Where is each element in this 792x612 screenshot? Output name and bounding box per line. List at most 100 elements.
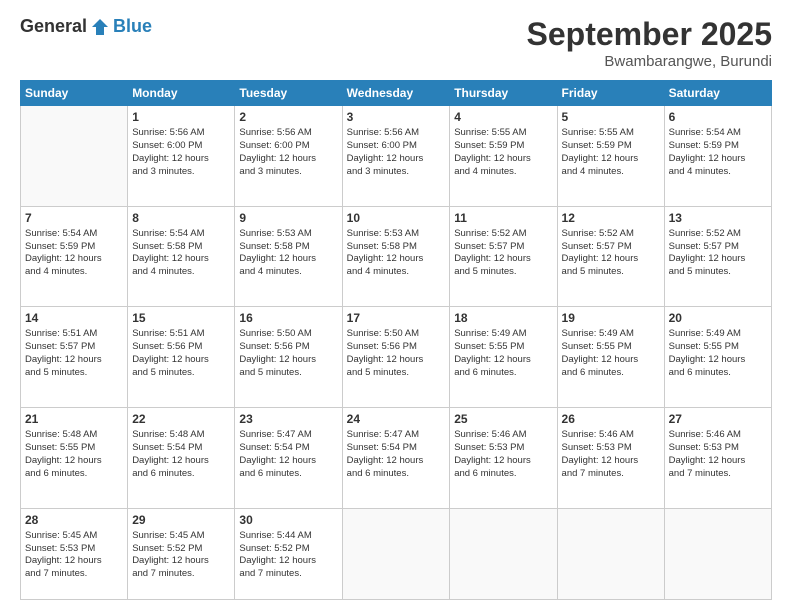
day-number: 28 <box>25 512 123 528</box>
day-info: Daylight: 12 hours <box>25 555 123 568</box>
day-info: Daylight: 12 hours <box>347 153 446 166</box>
month-title: September 2025 <box>527 16 772 53</box>
day-info: Sunrise: 5:53 AM <box>347 228 446 241</box>
day-info: Sunset: 5:57 PM <box>454 241 552 254</box>
day-info: Sunrise: 5:46 AM <box>669 429 767 442</box>
day-info: and 3 minutes. <box>239 166 337 179</box>
day-info: Sunrise: 5:55 AM <box>454 127 552 140</box>
day-number: 21 <box>25 411 123 427</box>
day-info: and 7 minutes. <box>239 568 337 581</box>
day-info: and 7 minutes. <box>669 468 767 481</box>
day-info: Sunset: 5:56 PM <box>347 341 446 354</box>
day-info: and 6 minutes. <box>454 367 552 380</box>
day-info: Sunrise: 5:49 AM <box>454 328 552 341</box>
day-number: 15 <box>132 310 230 326</box>
day-info: Sunrise: 5:46 AM <box>562 429 660 442</box>
day-number: 13 <box>669 210 767 226</box>
day-info: Daylight: 12 hours <box>25 253 123 266</box>
calendar-cell <box>21 106 128 207</box>
day-info: and 5 minutes. <box>454 266 552 279</box>
day-info: Sunrise: 5:52 AM <box>454 228 552 241</box>
day-info: Daylight: 12 hours <box>239 555 337 568</box>
day-info: and 5 minutes. <box>239 367 337 380</box>
day-info: Sunset: 5:53 PM <box>454 442 552 455</box>
calendar-cell: 6Sunrise: 5:54 AMSunset: 5:59 PMDaylight… <box>664 106 771 207</box>
logo: General Blue <box>20 16 152 37</box>
day-info: Sunrise: 5:54 AM <box>669 127 767 140</box>
day-info: Sunset: 5:52 PM <box>239 543 337 556</box>
day-number: 20 <box>669 310 767 326</box>
calendar-cell: 21Sunrise: 5:48 AMSunset: 5:55 PMDayligh… <box>21 407 128 508</box>
calendar-cell: 8Sunrise: 5:54 AMSunset: 5:58 PMDaylight… <box>128 206 235 307</box>
day-number: 30 <box>239 512 337 528</box>
header: General Blue September 2025 Bwambarangwe… <box>20 16 772 70</box>
day-info: and 7 minutes. <box>25 568 123 581</box>
day-info: Sunset: 5:58 PM <box>347 241 446 254</box>
day-info: Daylight: 12 hours <box>454 455 552 468</box>
day-info: Daylight: 12 hours <box>132 253 230 266</box>
day-info: Sunset: 5:53 PM <box>562 442 660 455</box>
calendar-cell: 27Sunrise: 5:46 AMSunset: 5:53 PMDayligh… <box>664 407 771 508</box>
title-block: September 2025 Bwambarangwe, Burundi <box>527 16 772 70</box>
day-info: and 4 minutes. <box>347 266 446 279</box>
calendar-week-2: 7Sunrise: 5:54 AMSunset: 5:59 PMDaylight… <box>21 206 772 307</box>
day-info: Daylight: 12 hours <box>562 153 660 166</box>
day-info: Sunrise: 5:47 AM <box>347 429 446 442</box>
calendar-cell: 10Sunrise: 5:53 AMSunset: 5:58 PMDayligh… <box>342 206 450 307</box>
day-info: Sunset: 5:55 PM <box>562 341 660 354</box>
day-number: 7 <box>25 210 123 226</box>
day-info: Daylight: 12 hours <box>454 153 552 166</box>
day-info: Sunrise: 5:51 AM <box>25 328 123 341</box>
day-header-thursday: Thursday <box>450 81 557 106</box>
day-info: Sunset: 5:53 PM <box>25 543 123 556</box>
day-header-tuesday: Tuesday <box>235 81 342 106</box>
calendar-cell <box>342 508 450 600</box>
day-info: and 5 minutes. <box>347 367 446 380</box>
day-info: and 5 minutes. <box>669 266 767 279</box>
day-info: Sunset: 5:54 PM <box>132 442 230 455</box>
day-info: Daylight: 12 hours <box>347 455 446 468</box>
day-info: and 6 minutes. <box>562 367 660 380</box>
day-info: Daylight: 12 hours <box>239 455 337 468</box>
day-number: 17 <box>347 310 446 326</box>
day-info: Sunset: 5:55 PM <box>454 341 552 354</box>
day-info: Sunrise: 5:45 AM <box>132 530 230 543</box>
day-info: and 3 minutes. <box>132 166 230 179</box>
day-info: and 7 minutes. <box>562 468 660 481</box>
day-info: Daylight: 12 hours <box>562 253 660 266</box>
calendar-cell: 11Sunrise: 5:52 AMSunset: 5:57 PMDayligh… <box>450 206 557 307</box>
calendar-cell: 17Sunrise: 5:50 AMSunset: 5:56 PMDayligh… <box>342 307 450 408</box>
calendar-week-3: 14Sunrise: 5:51 AMSunset: 5:57 PMDayligh… <box>21 307 772 408</box>
calendar-cell: 15Sunrise: 5:51 AMSunset: 5:56 PMDayligh… <box>128 307 235 408</box>
calendar-cell <box>664 508 771 600</box>
calendar-week-1: 1Sunrise: 5:56 AMSunset: 6:00 PMDaylight… <box>21 106 772 207</box>
calendar-cell: 3Sunrise: 5:56 AMSunset: 6:00 PMDaylight… <box>342 106 450 207</box>
day-info: Sunset: 5:55 PM <box>669 341 767 354</box>
day-info: and 4 minutes. <box>669 166 767 179</box>
day-info: Sunset: 5:56 PM <box>239 341 337 354</box>
day-info: Sunset: 5:58 PM <box>239 241 337 254</box>
day-info: Daylight: 12 hours <box>347 354 446 367</box>
calendar-header-row: SundayMondayTuesdayWednesdayThursdayFrid… <box>21 81 772 106</box>
calendar-cell: 20Sunrise: 5:49 AMSunset: 5:55 PMDayligh… <box>664 307 771 408</box>
day-info: Sunrise: 5:46 AM <box>454 429 552 442</box>
day-info: Sunrise: 5:45 AM <box>25 530 123 543</box>
day-info: Sunset: 5:57 PM <box>669 241 767 254</box>
calendar-cell: 9Sunrise: 5:53 AMSunset: 5:58 PMDaylight… <box>235 206 342 307</box>
day-number: 4 <box>454 109 552 125</box>
day-info: Daylight: 12 hours <box>562 455 660 468</box>
day-info: Daylight: 12 hours <box>669 153 767 166</box>
day-number: 26 <box>562 411 660 427</box>
day-number: 29 <box>132 512 230 528</box>
calendar-cell: 1Sunrise: 5:56 AMSunset: 6:00 PMDaylight… <box>128 106 235 207</box>
day-info: Sunset: 5:59 PM <box>454 140 552 153</box>
calendar-cell <box>450 508 557 600</box>
day-header-wednesday: Wednesday <box>342 81 450 106</box>
day-info: Daylight: 12 hours <box>132 555 230 568</box>
day-info: Sunrise: 5:56 AM <box>239 127 337 140</box>
calendar-cell: 23Sunrise: 5:47 AMSunset: 5:54 PMDayligh… <box>235 407 342 508</box>
calendar-cell: 26 Sunrise: 5:46 AMSunset: 5:53 PMDayligh… <box>557 407 664 508</box>
day-info: Daylight: 12 hours <box>132 354 230 367</box>
day-info: Sunrise: 5:49 AM <box>669 328 767 341</box>
day-info: and 6 minutes. <box>669 367 767 380</box>
